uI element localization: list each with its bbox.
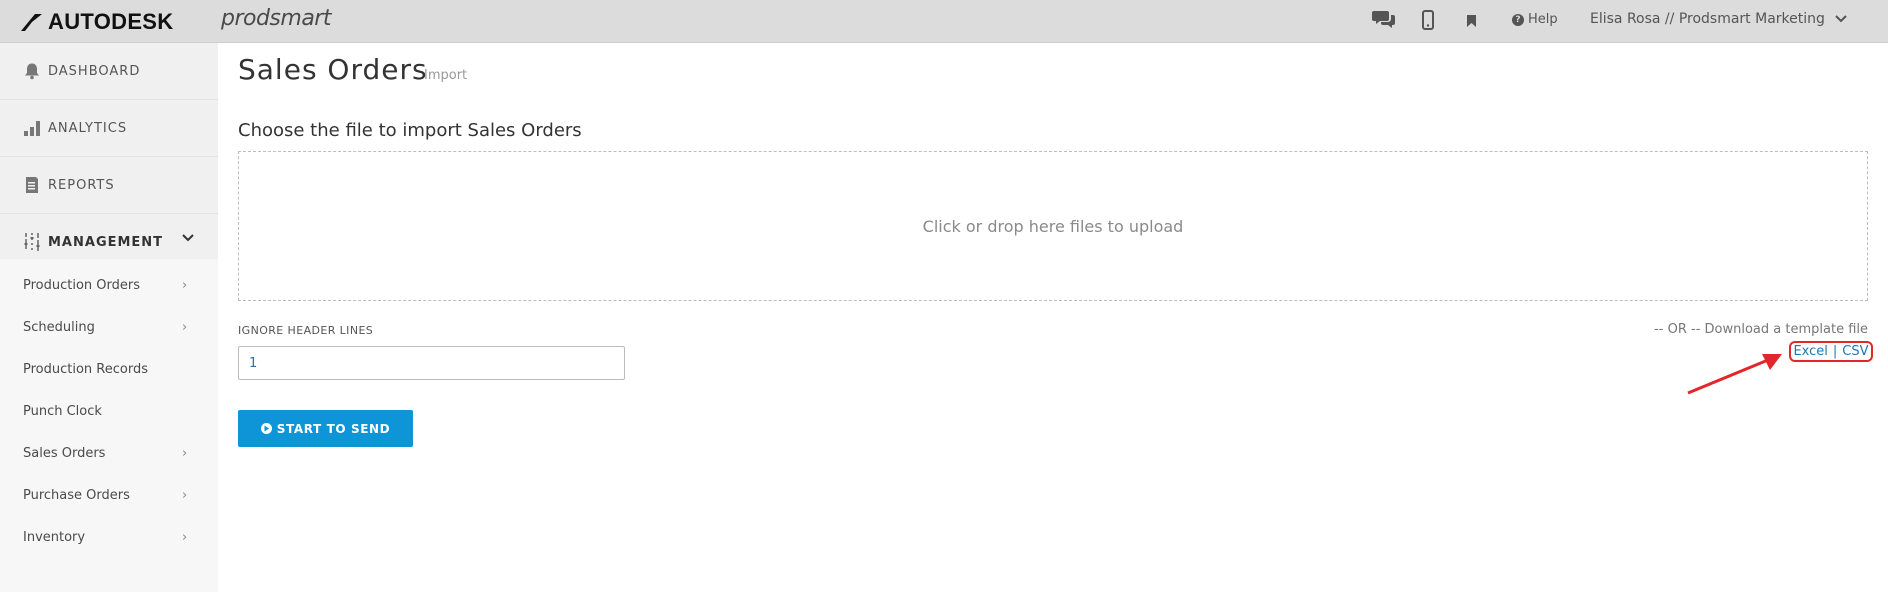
- sidebar-item-dashboard[interactable]: DASHBOARD: [0, 43, 218, 99]
- report-icon: [22, 175, 42, 195]
- sliders-icon: [22, 232, 42, 252]
- start-to-send-button[interactable]: START TO SEND: [238, 410, 413, 447]
- start-to-send-label: START TO SEND: [276, 421, 391, 436]
- help-label: Help: [1528, 12, 1558, 27]
- bookmark-icon[interactable]: [1466, 13, 1477, 32]
- autodesk-logo[interactable]: AUTODESK: [20, 9, 173, 35]
- sidebar-item-analytics[interactable]: ANALYTICS: [0, 100, 218, 156]
- user-menu[interactable]: Elisa Rosa // Prodsmart Marketing: [1590, 11, 1847, 27]
- bar-chart-icon: [22, 118, 42, 138]
- sidebar-item-label: ANALYTICS: [48, 120, 128, 136]
- sidebar-subitem-label: Inventory: [23, 530, 86, 545]
- bell-icon: [22, 61, 42, 81]
- template-links-highlight: Excel | CSV: [1789, 341, 1873, 362]
- chevron-right-icon: ›: [182, 446, 188, 461]
- ignore-header-lines-input[interactable]: [238, 346, 625, 380]
- ignore-header-lines-label: IGNORE HEADER LINES: [238, 324, 374, 337]
- chevron-down-icon: [182, 234, 194, 242]
- sidebar-subitem-label: Scheduling: [23, 320, 95, 335]
- annotation-arrow-icon: [1687, 354, 1782, 395]
- sidebar-item-reports[interactable]: REPORTS: [0, 157, 218, 213]
- csv-template-link[interactable]: CSV: [1842, 344, 1868, 359]
- sidebar-subitem-label: Purchase Orders: [23, 488, 130, 503]
- dropzone-text: Click or drop here files to upload: [922, 216, 1184, 236]
- help-link[interactable]: ? Help: [1512, 12, 1558, 27]
- sidebar: DASHBOARD ANALYTICS REPORTS MANAGEMENT P…: [0, 43, 218, 592]
- chevron-down-icon: [1835, 15, 1847, 23]
- link-separator: |: [1832, 344, 1838, 359]
- management-submenu: Production Orders › Scheduling › Product…: [0, 259, 218, 592]
- page-subtitle: Import: [424, 68, 468, 83]
- chevron-right-icon: ›: [182, 320, 188, 335]
- sidebar-subitem-label: Punch Clock: [23, 404, 102, 419]
- brand-name: AUTODESK: [48, 9, 174, 34]
- sidebar-item-label: DASHBOARD: [48, 63, 141, 79]
- sidebar-item-label: MANAGEMENT: [48, 234, 164, 250]
- autodesk-logo-icon: [21, 14, 42, 31]
- page-title: Sales Orders: [238, 53, 428, 86]
- sidebar-subitem-label: Sales Orders: [23, 446, 106, 461]
- template-download-text: -- OR -- Download a template file: [1654, 322, 1868, 337]
- sidebar-subitem-label: Production Records: [23, 362, 148, 377]
- file-dropzone[interactable]: Click or drop here files to upload: [238, 151, 1868, 301]
- chat-icon[interactable]: [1372, 9, 1396, 33]
- chevron-right-icon: ›: [182, 488, 188, 503]
- chevron-right-icon: ›: [182, 278, 188, 293]
- sidebar-subitem-label: Production Orders: [23, 278, 141, 293]
- chevron-right-icon: ›: [182, 530, 188, 545]
- choose-file-heading: Choose the file to import Sales Orders: [238, 120, 582, 141]
- excel-template-link[interactable]: Excel: [1793, 344, 1827, 359]
- user-label: Elisa Rosa // Prodsmart Marketing: [1590, 11, 1825, 27]
- mobile-icon[interactable]: [1422, 10, 1434, 34]
- question-icon: ?: [1512, 13, 1524, 26]
- product-name[interactable]: prodsmart: [221, 6, 331, 31]
- sidebar-item-label: REPORTS: [48, 177, 115, 193]
- top-bar: AUTODESK prodsmart ? Help Elisa Rosa // …: [0, 0, 1888, 43]
- play-circle-icon: [260, 423, 272, 434]
